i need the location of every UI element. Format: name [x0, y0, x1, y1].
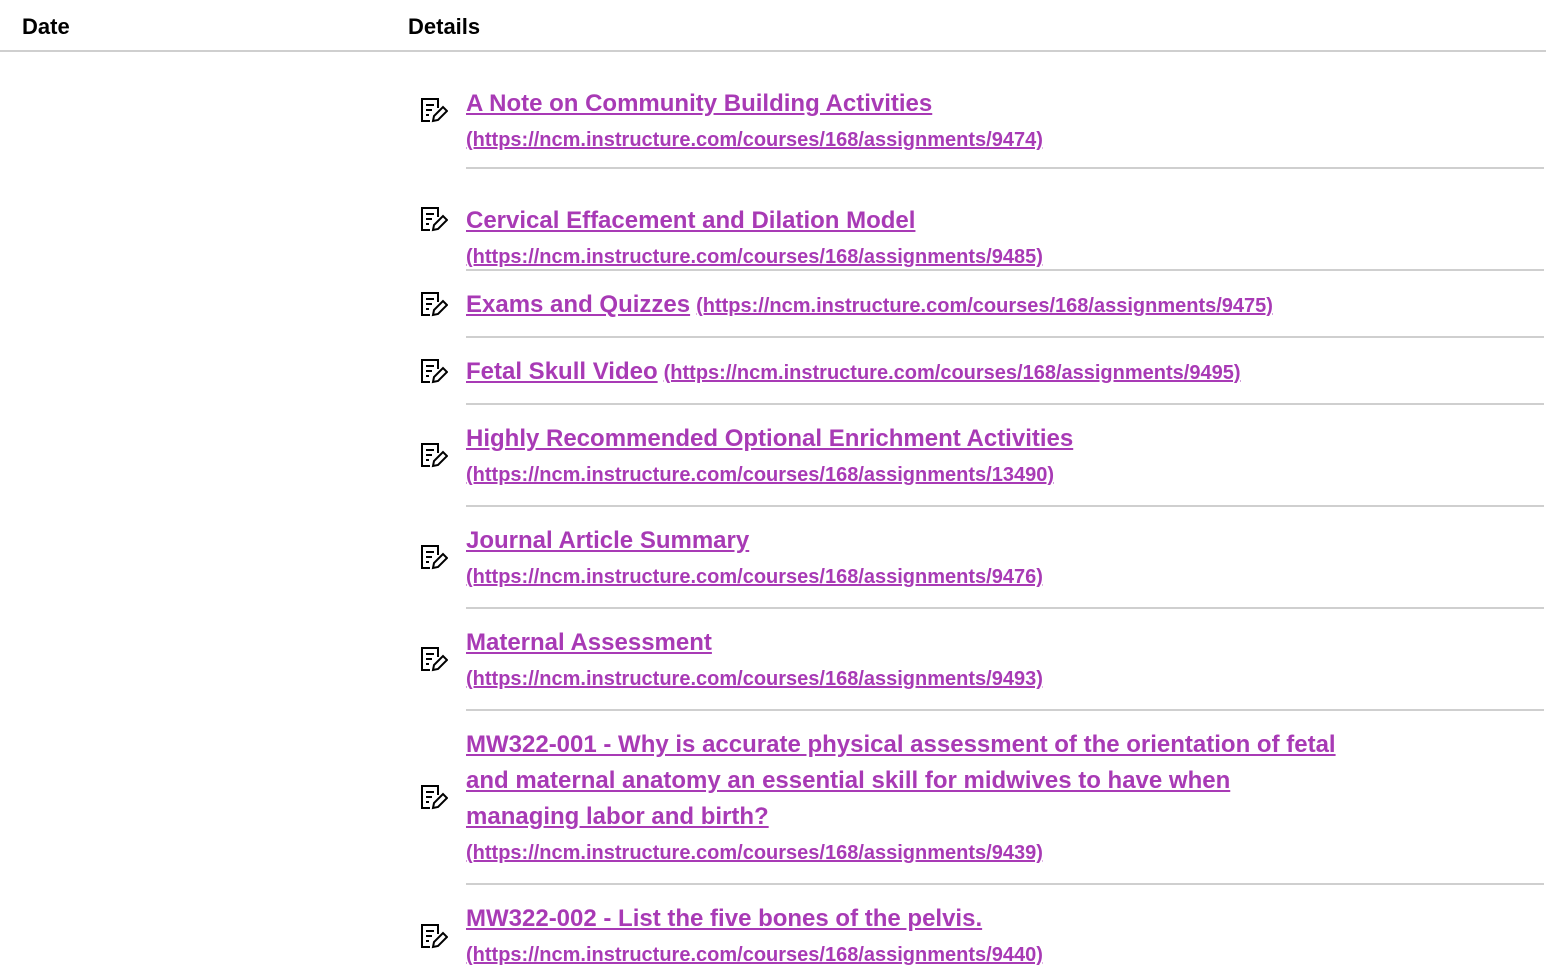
assignment-icon: [421, 443, 448, 468]
assignment-url-link[interactable]: (https://ncm.instructure.com/courses/168…: [466, 559, 1544, 595]
assignment-icon: [421, 785, 448, 810]
assignment-list: A Note on Community Building Activities …: [0, 52, 1546, 975]
list-item: MW322-001 - Why is accurate physical ass…: [421, 711, 1544, 885]
assignment-link[interactable]: Highly Recommended Optional Enrichment A…: [466, 421, 1544, 457]
assignment-icon: [421, 545, 448, 570]
assignment-icon: [421, 97, 448, 122]
assignment-icon: [421, 647, 448, 672]
assignment-icon: [421, 207, 448, 232]
list-item: A Note on Community Building Activities …: [421, 52, 1544, 169]
assignment-icon: [421, 291, 448, 316]
assignment-url-link[interactable]: (https://ncm.instructure.com/courses/168…: [696, 295, 1273, 317]
list-item: Cervical Effacement and Dilation Model (…: [421, 169, 1544, 271]
assignment-url-link[interactable]: (https://ncm.instructure.com/courses/168…: [466, 937, 1544, 973]
assignment-link[interactable]: A Note on Community Building Activities: [466, 86, 1544, 122]
assignment-icon: [421, 924, 448, 949]
assignment-url-link[interactable]: (https://ncm.instructure.com/courses/168…: [466, 122, 1544, 158]
assignment-link-line-3[interactable]: managing labor and birth?: [466, 799, 1544, 835]
assignment-url-link[interactable]: (https://ncm.instructure.com/courses/168…: [466, 457, 1544, 493]
assignment-url-link[interactable]: (https://ncm.instructure.com/courses/168…: [466, 239, 1544, 275]
list-item: Fetal Skull Video (https://ncm.instructur…: [421, 338, 1544, 405]
list-item: Maternal Assessment (https://ncm.instruc…: [421, 609, 1544, 711]
list-item: Journal Article Summary (https://ncm.ins…: [421, 507, 1544, 609]
table-header: Date Details: [0, 0, 1546, 52]
list-item: MW322-002 - List the five bones of the p…: [421, 885, 1544, 975]
assignment-link[interactable]: Maternal Assessment: [466, 625, 1544, 661]
assignment-link[interactable]: Cervical Effacement and Dilation Model: [466, 203, 1544, 239]
list-item: Highly Recommended Optional Enrichment A…: [421, 405, 1544, 507]
assignment-link[interactable]: Exams and Quizzes: [466, 291, 690, 318]
assignment-url-link[interactable]: (https://ncm.instructure.com/courses/168…: [466, 835, 1544, 871]
syllabus-table: Date Details A Note on Community Buildin…: [0, 0, 1546, 975]
assignment-link-line-1[interactable]: MW322-001 - Why is accurate physical ass…: [466, 727, 1544, 763]
assignment-link[interactable]: Journal Article Summary: [466, 523, 1544, 559]
assignment-icon: [421, 358, 448, 383]
assignment-url-link[interactable]: (https://ncm.instructure.com/courses/168…: [466, 661, 1544, 697]
assignment-link[interactable]: MW322-002 - List the five bones of the p…: [466, 901, 1544, 937]
list-item: Exams and Quizzes (https://ncm.instructur…: [421, 271, 1544, 338]
details-column-header: Details: [408, 14, 481, 39]
assignment-link[interactable]: Fetal Skull Video: [466, 358, 658, 385]
date-column-header: Date: [22, 14, 70, 39]
assignment-url-link[interactable]: (https://ncm.instructure.com/courses/168…: [664, 362, 1241, 384]
assignment-link-line-2[interactable]: and maternal anatomy an essential skill …: [466, 763, 1544, 799]
